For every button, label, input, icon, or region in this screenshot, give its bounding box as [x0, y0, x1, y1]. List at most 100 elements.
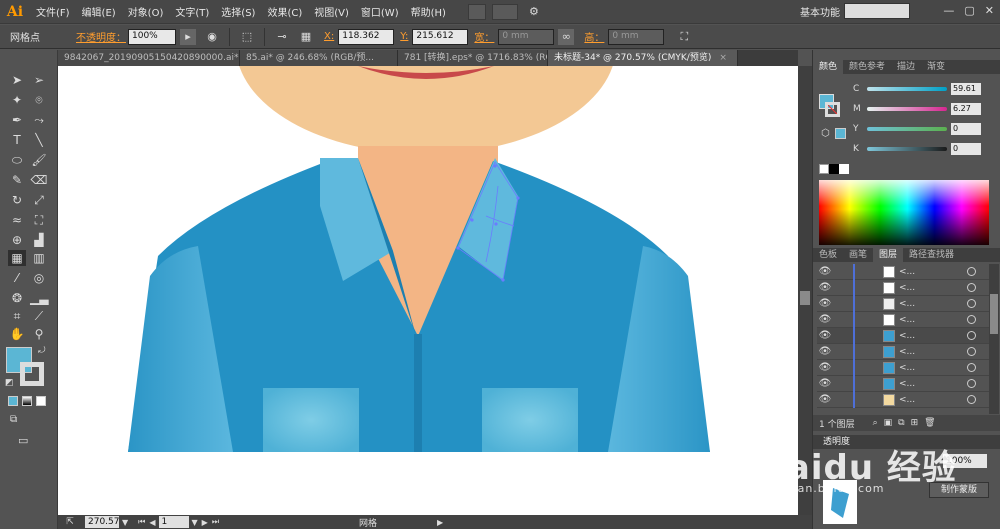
maximize-icon[interactable]: ▢ [964, 4, 974, 17]
delete-layer-icon[interactable]: 🗑 [924, 418, 935, 428]
graph-tool-icon[interactable]: ▁▃ [30, 290, 48, 306]
visibility-eye-icon[interactable]: 👁 [817, 394, 833, 405]
menu-item[interactable]: 帮助(H) [405, 4, 452, 19]
slider-track[interactable] [867, 87, 947, 91]
default-colors-icon[interactable]: ◩ [5, 378, 14, 388]
blend-tool-icon[interactable]: ◎ [30, 270, 48, 286]
close-icon[interactable]: ✕ [985, 4, 994, 17]
gpu-performance-icon[interactable]: ⚙ [526, 4, 542, 20]
layers-panel-tab[interactable]: 路径查找器 [903, 248, 960, 262]
workspace-switcher[interactable]: 基本功能 [800, 4, 840, 19]
layer-name[interactable]: <... [899, 331, 915, 341]
next-artboard-icon[interactable]: ▶ [202, 518, 208, 527]
vertical-scrollbar[interactable] [798, 66, 812, 515]
document-tab[interactable]: 9842067_20190905150420890000.ai* [58, 50, 240, 66]
anchor-convert-icon[interactable]: ⊸ [274, 29, 290, 45]
swap-colors-icon[interactable]: ⤾ [38, 346, 46, 356]
transparency-opacity-field[interactable]: 100% [943, 454, 987, 468]
menu-item[interactable]: 视图(V) [308, 4, 355, 19]
ellipse-tool-icon[interactable]: ⬭ [8, 152, 26, 168]
last-artboard-icon[interactable]: ⏭ [212, 517, 219, 527]
locate-object-icon[interactable]: ⌕ [873, 418, 878, 428]
layers-panel-tab[interactable]: 色板 [813, 248, 843, 262]
opacity-field[interactable]: 100% [128, 28, 176, 45]
menu-item[interactable]: 编辑(E) [76, 4, 122, 19]
slider-value-field[interactable]: 6.27 [951, 103, 981, 115]
make-clip-mask-icon[interactable]: ▣ [884, 418, 893, 428]
layer-target-icon[interactable] [967, 379, 976, 388]
minimize-icon[interactable]: — [943, 4, 954, 17]
prev-artboard-icon[interactable]: ◀ [149, 518, 155, 527]
artboard-tool-icon[interactable]: ⌗ [8, 308, 26, 324]
layer-target-icon[interactable] [967, 315, 976, 324]
menu-item[interactable]: 对象(O) [122, 4, 170, 19]
layers-panel-tab[interactable]: 画笔 [843, 248, 873, 262]
layer-name[interactable]: <... [899, 299, 915, 309]
layer-name[interactable]: <... [899, 379, 915, 389]
rotate-tool-icon[interactable]: ↻ [8, 192, 26, 208]
layer-target-icon[interactable] [967, 347, 976, 356]
left-pocket[interactable] [263, 388, 359, 452]
layer-row[interactable]: 👁 <... [817, 311, 995, 328]
layer-name[interactable]: <... [899, 363, 915, 373]
paintbrush-tool-icon[interactable]: 🖌 [30, 152, 48, 168]
layer-row[interactable]: 👁 <... [817, 295, 995, 312]
slider-value-field[interactable]: 59.61 [951, 83, 981, 95]
status-menu-icon[interactable]: ▶ [437, 518, 443, 527]
visibility-eye-icon[interactable]: 👁 [817, 378, 833, 389]
layer-target-icon[interactable] [967, 363, 976, 372]
layer-name[interactable]: <... [899, 267, 915, 277]
none-swatch[interactable] [819, 164, 829, 174]
layer-target-icon[interactable] [967, 299, 976, 308]
free-transform-tool-icon[interactable]: ⛶ [30, 212, 48, 228]
layer-row[interactable]: 👁 <... [817, 327, 995, 344]
zoom-dropdown-icon[interactable]: ▼ [122, 518, 128, 527]
screen-mode-icon[interactable]: ▭ [18, 434, 28, 447]
curvature-tool-icon[interactable]: ⤳ [30, 112, 48, 128]
slider-track[interactable] [867, 107, 947, 111]
visibility-eye-icon[interactable]: 👁 [817, 346, 833, 357]
recolor-icon[interactable]: ◉ [204, 29, 220, 45]
layer-row[interactable]: 👁 <... [817, 375, 995, 392]
make-mask-button[interactable]: 制作蒙版 [929, 482, 989, 498]
layer-target-icon[interactable] [967, 267, 976, 276]
visibility-eye-icon[interactable]: 👁 [817, 314, 833, 325]
width-field[interactable]: 0 mm [498, 28, 555, 45]
opacity-dropdown-icon[interactable]: ▸ [180, 28, 196, 45]
menu-item[interactable]: 文件(F) [30, 4, 76, 19]
shape-builder-tool-icon[interactable]: ⊕ [8, 232, 26, 248]
white-swatch[interactable] [839, 164, 849, 174]
color-spectrum[interactable] [819, 180, 989, 245]
eyedropper-tool-icon[interactable]: ⁄ [8, 270, 26, 286]
pen-tool-icon[interactable]: ✒ [8, 112, 26, 128]
panel-stroke-swatch[interactable] [825, 102, 840, 117]
artboard[interactable] [58, 66, 798, 515]
color-mode-icon[interactable] [8, 396, 18, 406]
height-field[interactable]: 0 mm [608, 28, 665, 45]
artboard-dropdown-icon[interactable]: ▼ [192, 518, 198, 527]
web-safe-swatch[interactable] [835, 128, 846, 139]
transform-icon[interactable]: ⬚ [239, 29, 255, 45]
gradient-tool-icon[interactable]: ▥ [30, 250, 48, 266]
color-panel-tab[interactable]: 渐变 [921, 60, 951, 74]
shirt-placket[interactable] [414, 334, 422, 452]
document-tab[interactable]: 未标题-34* @ 270.57% (CMYK/预览) × [548, 50, 738, 66]
eraser-tool-icon[interactable]: ⌫ [30, 172, 48, 188]
new-sublayer-icon[interactable]: ⧉ [898, 418, 904, 428]
out-of-gamut-icon[interactable]: ⬡ [821, 128, 830, 139]
zoom-field[interactable]: 270.57 [85, 516, 120, 528]
scale-tool-icon[interactable]: ⤢ [30, 192, 48, 208]
new-layer-icon[interactable]: ⊞ [911, 418, 919, 428]
visibility-eye-icon[interactable]: 👁 [817, 282, 833, 293]
hand-tool-icon[interactable]: ✋ [8, 326, 26, 342]
layer-target-icon[interactable] [967, 331, 976, 340]
warp-tool-icon[interactable]: ≈ [8, 212, 26, 228]
slider-value-field[interactable]: 0 [951, 143, 981, 155]
link-proportions-icon[interactable]: ∞ [558, 28, 575, 45]
y-field[interactable]: 215.612 [412, 28, 469, 45]
document-tab[interactable]: 85.ai* @ 246.68% (RGB/预... [240, 50, 398, 66]
lasso-tool-icon[interactable]: ⌾ [30, 92, 48, 108]
direct-selection-tool-icon[interactable]: ➢ [30, 72, 48, 88]
canvas[interactable] [58, 66, 798, 515]
layer-target-icon[interactable] [967, 283, 976, 292]
